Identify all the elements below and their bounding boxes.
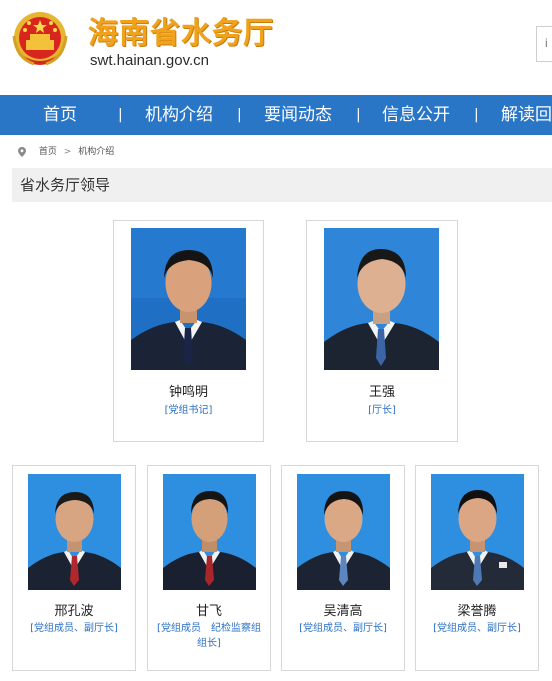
section-title: 省水务厅领导	[20, 176, 111, 194]
site-url[interactable]: swt.hainan.gov.cn	[90, 52, 209, 69]
nav-separator: |	[356, 107, 361, 123]
leader-title: [党组成员、副厅长]	[433, 623, 521, 634]
nav-separator: |	[474, 107, 479, 123]
leader-portrait[interactable]	[324, 228, 439, 370]
leader-title: [党组成员 纪检监察组组长]	[157, 623, 261, 649]
breadcrumb-current[interactable]: 机构介绍	[78, 147, 114, 157]
leader-card[interactable]: 甘飞 [党组成员 纪检监察组组长]	[147, 465, 271, 671]
nav-item-interpretation[interactable]: 解读回	[501, 95, 552, 135]
breadcrumb: 首页 > 机构介绍	[18, 144, 114, 158]
leader-portrait[interactable]	[297, 474, 390, 590]
leader-card[interactable]: 钟鸣明 [党组书记]	[113, 220, 264, 442]
leader-name[interactable]: 吴清高	[282, 600, 404, 619]
leader-name[interactable]: 甘飞	[148, 600, 270, 619]
leader-title: [党组书记]	[164, 405, 213, 416]
section-header: 省水务厅领导	[12, 168, 552, 202]
leader-portrait[interactable]	[431, 474, 524, 590]
nav-separator: |	[118, 107, 123, 123]
leader-card[interactable]: 王强 [厅长]	[306, 220, 458, 442]
leader-title: [厅长]	[368, 405, 396, 416]
nav-item-home[interactable]: 首页	[43, 95, 77, 135]
nav-item-about[interactable]: 机构介绍	[145, 95, 213, 135]
leader-name[interactable]: 钟鸣明	[114, 381, 263, 400]
nav-item-disclosure[interactable]: 信息公开	[382, 95, 450, 135]
main-nav: 首页 | 机构介绍 | 要闻动态 | 信息公开 | 解读回	[0, 95, 552, 135]
search-input[interactable]: i	[536, 26, 552, 62]
leader-portrait[interactable]	[131, 228, 246, 370]
nav-separator: |	[237, 107, 242, 123]
leader-card[interactable]: 邢孔波 [党组成员、副厅长]	[12, 465, 136, 671]
location-pin-icon	[18, 146, 26, 157]
leader-portrait[interactable]	[163, 474, 256, 590]
search-stub-text: i	[545, 36, 548, 50]
leader-portrait[interactable]	[28, 474, 121, 590]
leader-card[interactable]: 梁誉腾 [党组成员、副厅长]	[415, 465, 539, 671]
nav-item-news[interactable]: 要闻动态	[264, 95, 332, 135]
site-title[interactable]: 海南省水务厅	[88, 8, 274, 52]
leader-card[interactable]: 吴清高 [党组成员、副厅长]	[281, 465, 405, 671]
site-header: 海南省水务厅 swt.hainan.gov.cn i	[0, 0, 552, 95]
breadcrumb-home[interactable]: 首页	[39, 147, 57, 157]
breadcrumb-separator: >	[63, 147, 72, 157]
leader-title: [党组成员、副厅长]	[299, 623, 387, 634]
leader-title: [党组成员、副厅长]	[30, 623, 118, 634]
leader-name[interactable]: 王强	[307, 381, 457, 400]
national-emblem-icon[interactable]	[8, 8, 72, 72]
leader-name[interactable]: 邢孔波	[13, 600, 135, 619]
leader-name[interactable]: 梁誉腾	[416, 600, 538, 619]
